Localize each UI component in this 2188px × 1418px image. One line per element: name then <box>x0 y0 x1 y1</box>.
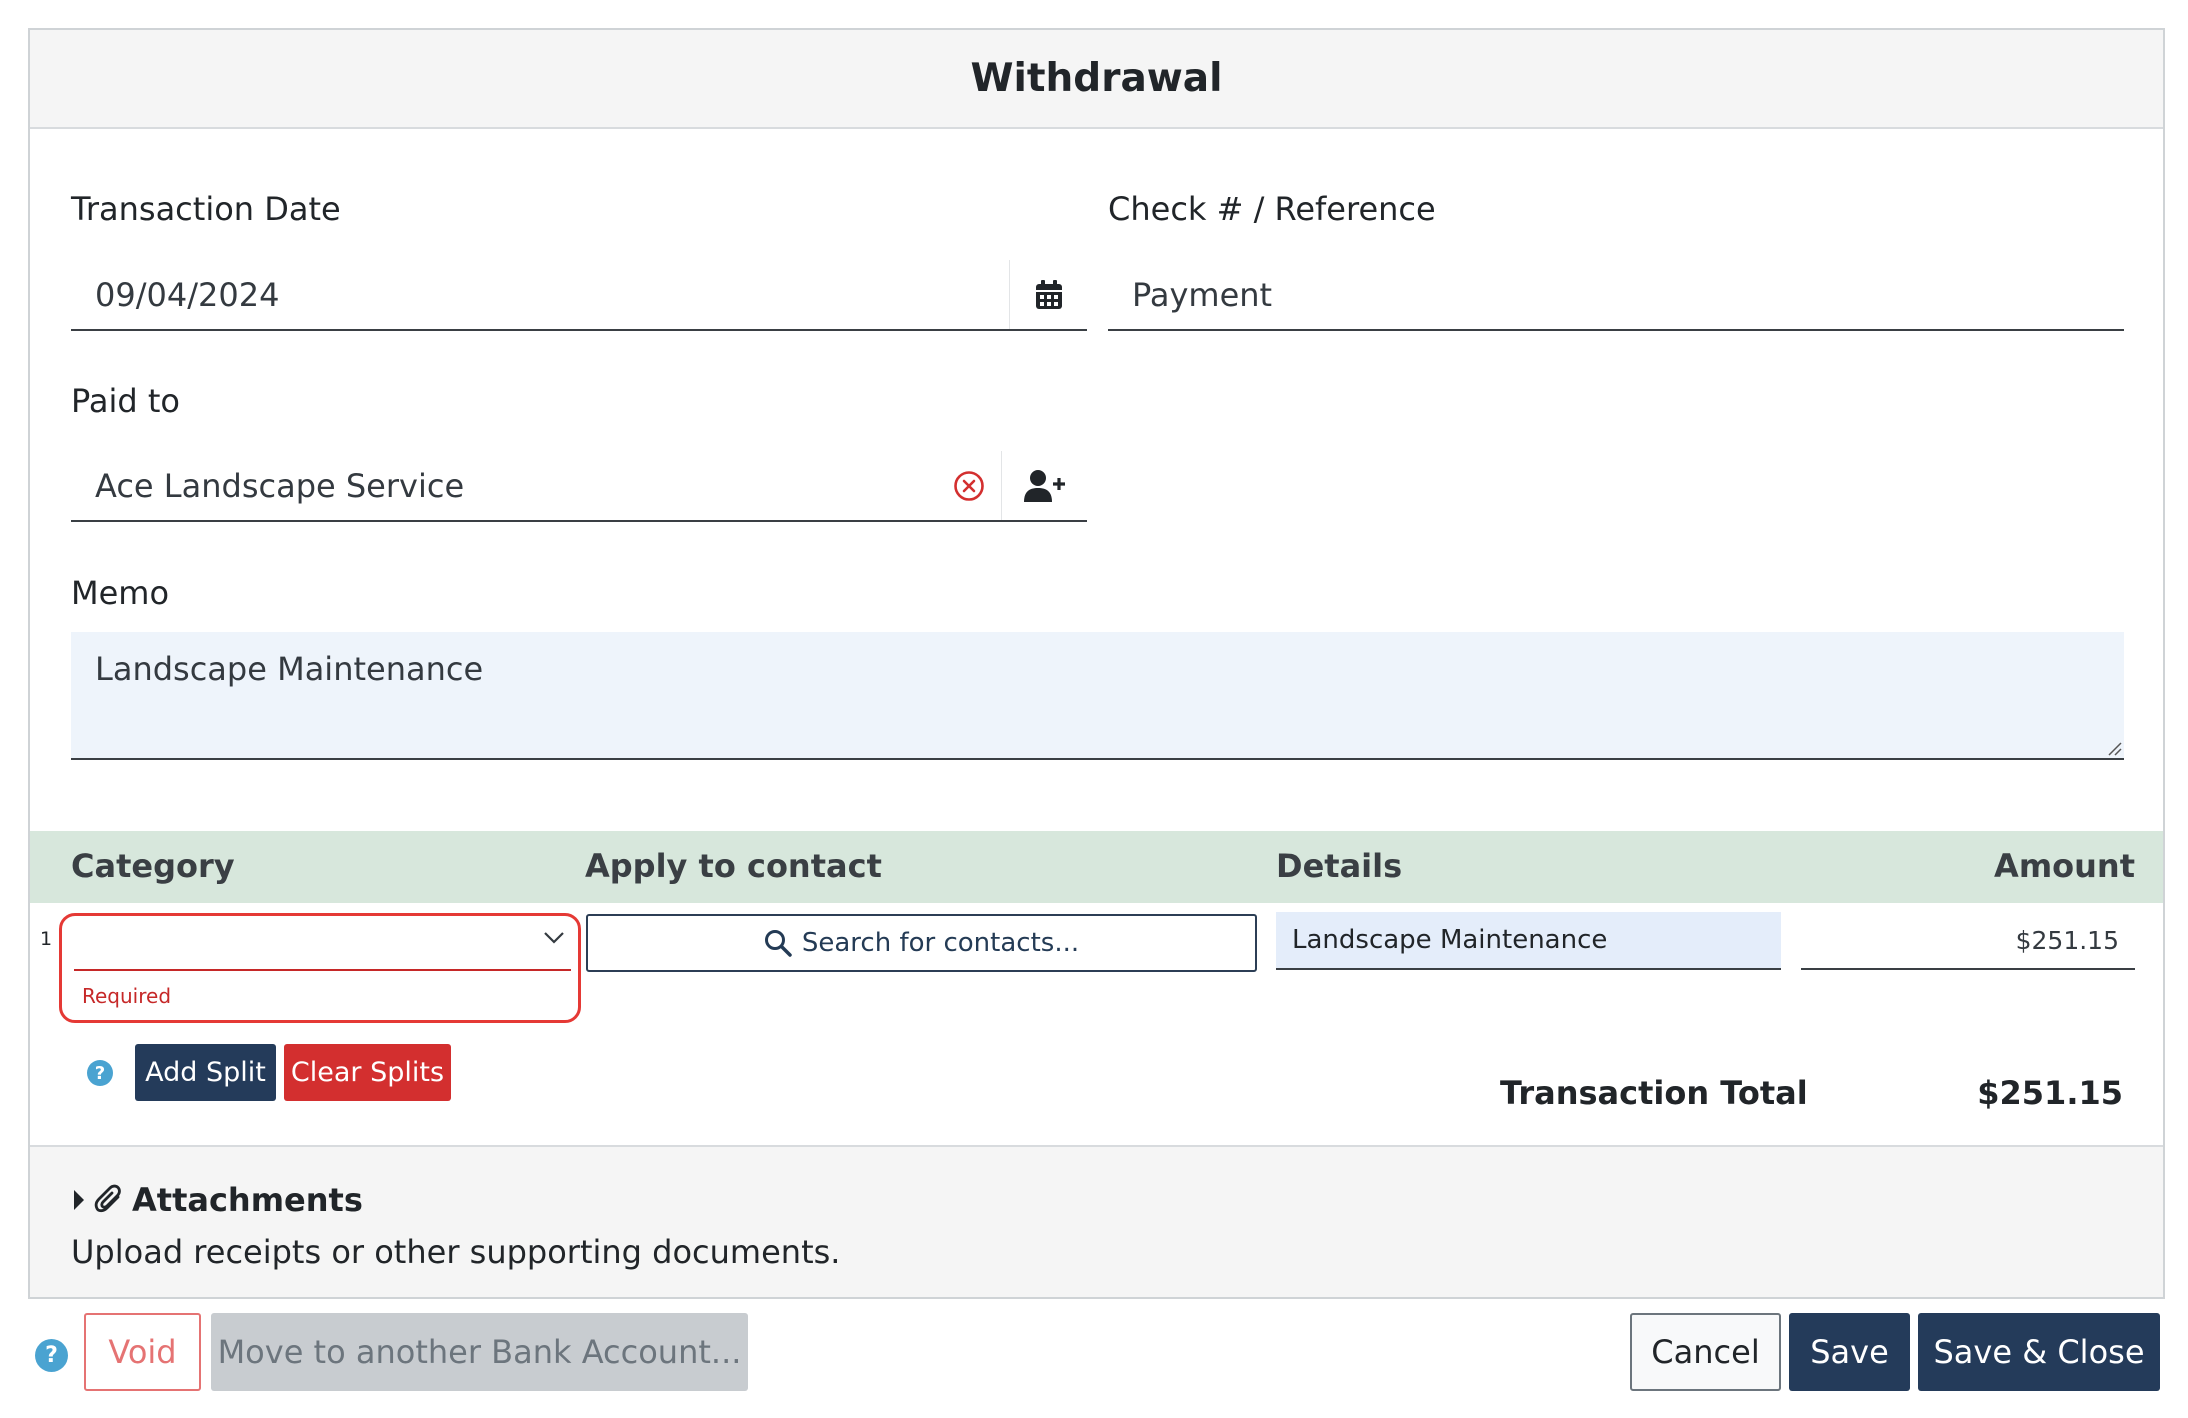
clear-splits-button[interactable]: Clear Splits <box>284 1044 451 1101</box>
contact-search-placeholder: Search for contacts... <box>801 928 1080 958</box>
split-table-header: Category Apply to contact Details Amount <box>30 831 2163 903</box>
modal-header: Withdrawal <box>30 30 2163 129</box>
attachments-toggle[interactable]: Attachments <box>72 1181 363 1219</box>
save-close-button[interactable]: Save & Close <box>1918 1313 2160 1391</box>
amount-column-header: Amount <box>1994 847 2135 885</box>
footer-question-circle-icon[interactable]: ? <box>35 1339 68 1372</box>
clear-circle-x-icon[interactable] <box>937 451 1001 520</box>
amount-value[interactable]: $251.15 <box>2016 926 2135 955</box>
caret-right-icon <box>74 1190 84 1210</box>
transaction-total-value: $251.15 <box>1977 1074 2123 1112</box>
memo-value[interactable]: Landscape Maintenance <box>71 632 2124 706</box>
contact-column-header: Apply to contact <box>585 847 882 885</box>
attachments-section: Attachments Upload receipts or other sup… <box>30 1145 2163 1297</box>
save-button[interactable]: Save <box>1789 1313 1910 1391</box>
details-value[interactable]: Landscape Maintenance <box>1276 925 1607 955</box>
cancel-button[interactable]: Cancel <box>1630 1313 1781 1391</box>
paid-to-label: Paid to <box>71 382 180 420</box>
transaction-date-field[interactable]: 09/04/2024 <box>71 260 1087 331</box>
chevron-down-icon[interactable] <box>543 931 565 945</box>
memo-textarea[interactable]: Landscape Maintenance <box>71 632 2124 760</box>
transaction-date-label: Transaction Date <box>71 190 341 228</box>
category-required-message: Required <box>82 984 172 1008</box>
category-error-outline: Required <box>59 913 581 1023</box>
category-select[interactable] <box>74 916 571 971</box>
calendar-icon[interactable] <box>1009 260 1087 329</box>
paid-to-field[interactable]: Ace Landscape Service <box>71 451 1087 522</box>
attachments-title: Attachments <box>132 1181 363 1219</box>
void-button[interactable]: Void <box>84 1313 201 1391</box>
paid-to-value[interactable]: Ace Landscape Service <box>71 467 937 505</box>
question-circle-icon[interactable]: ? <box>87 1060 113 1086</box>
amount-input[interactable]: $251.15 <box>1801 912 2135 970</box>
transaction-date-value[interactable]: 09/04/2024 <box>71 276 1009 314</box>
attachments-description: Upload receipts or other supporting docu… <box>71 1233 841 1271</box>
paperclip-icon <box>94 1184 121 1213</box>
transaction-total-label: Transaction Total <box>1500 1074 1808 1112</box>
details-input[interactable]: Landscape Maintenance <box>1276 912 1781 970</box>
withdrawal-modal: Withdrawal Transaction Date 09/04/2024 C… <box>28 28 2165 1299</box>
split-row-number: 1 <box>40 928 53 950</box>
user-plus-icon[interactable] <box>1001 451 1087 520</box>
memo-label: Memo <box>71 574 170 612</box>
reference-field[interactable]: Payment <box>1108 260 2124 331</box>
reference-value[interactable]: Payment <box>1108 276 2124 314</box>
search-icon <box>764 930 792 957</box>
add-split-button[interactable]: Add Split <box>135 1044 276 1101</box>
move-bank-account-button[interactable]: Move to another Bank Account... <box>211 1313 748 1391</box>
contact-search-button[interactable]: Search for contacts... <box>586 914 1257 972</box>
category-column-header: Category <box>71 847 235 885</box>
modal-title: Withdrawal <box>970 56 1223 101</box>
details-column-header: Details <box>1276 847 1403 885</box>
reference-label: Check # / Reference <box>1108 190 1436 228</box>
resize-grip-icon[interactable] <box>2104 738 2122 756</box>
